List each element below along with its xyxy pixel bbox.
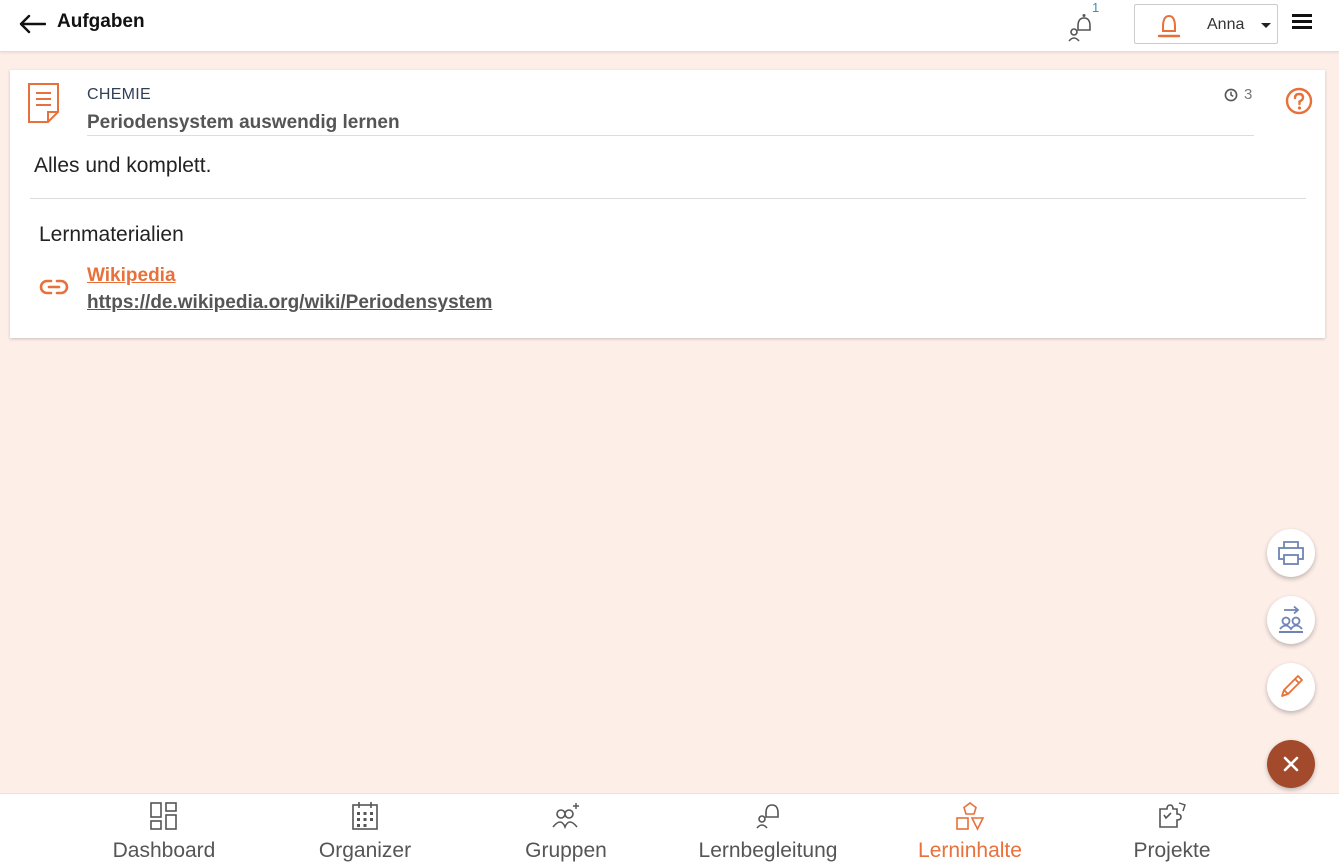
- nav-label: Projekte: [1133, 839, 1211, 862]
- nav-label: Gruppen: [525, 839, 607, 862]
- nav-label: Dashboard: [112, 839, 216, 862]
- mentoring-icon: [756, 804, 779, 829]
- notification-count-badge: 1: [1092, 0, 1100, 15]
- help-circle-icon: [1285, 87, 1313, 115]
- top-app-bar: Aufgaben 1 Anna: [0, 0, 1339, 52]
- time-value: 3: [1244, 86, 1253, 103]
- help-button[interactable]: [1284, 86, 1314, 121]
- back-button[interactable]: [16, 10, 48, 38]
- document-icon: [28, 83, 59, 123]
- shapes-icon: [956, 802, 985, 831]
- arrow-left-icon: [19, 14, 46, 34]
- edit-button[interactable]: [1267, 663, 1315, 711]
- menu-line: [1292, 26, 1312, 29]
- dashboard-icon: [150, 802, 177, 830]
- nav-label: Lerninhalte: [918, 839, 1022, 862]
- material-link-url[interactable]: https://de.wikipedia.org/wiki/Periodensy…: [87, 292, 492, 314]
- menu-line: [1292, 20, 1312, 23]
- divider: [87, 135, 1254, 136]
- mentor-bell-icon: [1068, 14, 1091, 42]
- bottom-navigation: Dashboard Organizer Gruppen Lernbegleitu…: [0, 793, 1339, 864]
- clock-icon: [1224, 88, 1238, 101]
- close-actions-button[interactable]: [1267, 740, 1315, 788]
- time-estimate: 3: [1224, 86, 1252, 103]
- share-to-group-icon: [1279, 605, 1303, 633]
- nav-label: Organizer: [318, 839, 412, 862]
- task-card: CHEMIE Periodensystem auswendig lernen 3…: [10, 70, 1325, 338]
- groups-icon: [552, 803, 579, 830]
- task-subject: CHEMIE: [87, 86, 152, 103]
- materials-heading: Lernmaterialien: [39, 223, 184, 246]
- nav-organizer[interactable]: Organizer: [275, 794, 455, 864]
- nav-dashboard[interactable]: Dashboard: [74, 794, 254, 864]
- hamburger-menu-button[interactable]: [1292, 12, 1316, 36]
- user-name: Anna: [1207, 16, 1245, 33]
- chevron-down-icon: [1261, 23, 1271, 28]
- user-avatar-icon: [1157, 14, 1181, 38]
- user-switcher[interactable]: Anna: [1134, 4, 1278, 44]
- nav-learning-content[interactable]: Lerninhalte: [880, 794, 1060, 864]
- task-title: Periodensystem auswendig lernen: [87, 112, 400, 133]
- task-description: Alles und komplett.: [34, 154, 212, 177]
- calendar-icon: [352, 802, 378, 830]
- link-icon: [39, 279, 69, 295]
- divider: [30, 198, 1306, 199]
- material-link-title[interactable]: Wikipedia: [87, 265, 176, 287]
- notifications-button[interactable]: 1: [1062, 0, 1102, 44]
- nav-projects[interactable]: Projekte: [1082, 794, 1262, 864]
- puzzle-icon: [1159, 802, 1186, 828]
- pencil-icon: [1281, 675, 1303, 697]
- page-title: Aufgaben: [57, 11, 145, 32]
- menu-line: [1292, 14, 1312, 17]
- nav-label: Lernbegleitung: [698, 839, 838, 862]
- nav-groups[interactable]: Gruppen: [476, 794, 656, 864]
- nav-mentoring[interactable]: Lernbegleitung: [678, 794, 858, 864]
- print-button[interactable]: [1267, 529, 1315, 577]
- assign-button[interactable]: [1267, 596, 1315, 644]
- close-icon: [1283, 756, 1299, 772]
- printer-icon: [1278, 541, 1304, 565]
